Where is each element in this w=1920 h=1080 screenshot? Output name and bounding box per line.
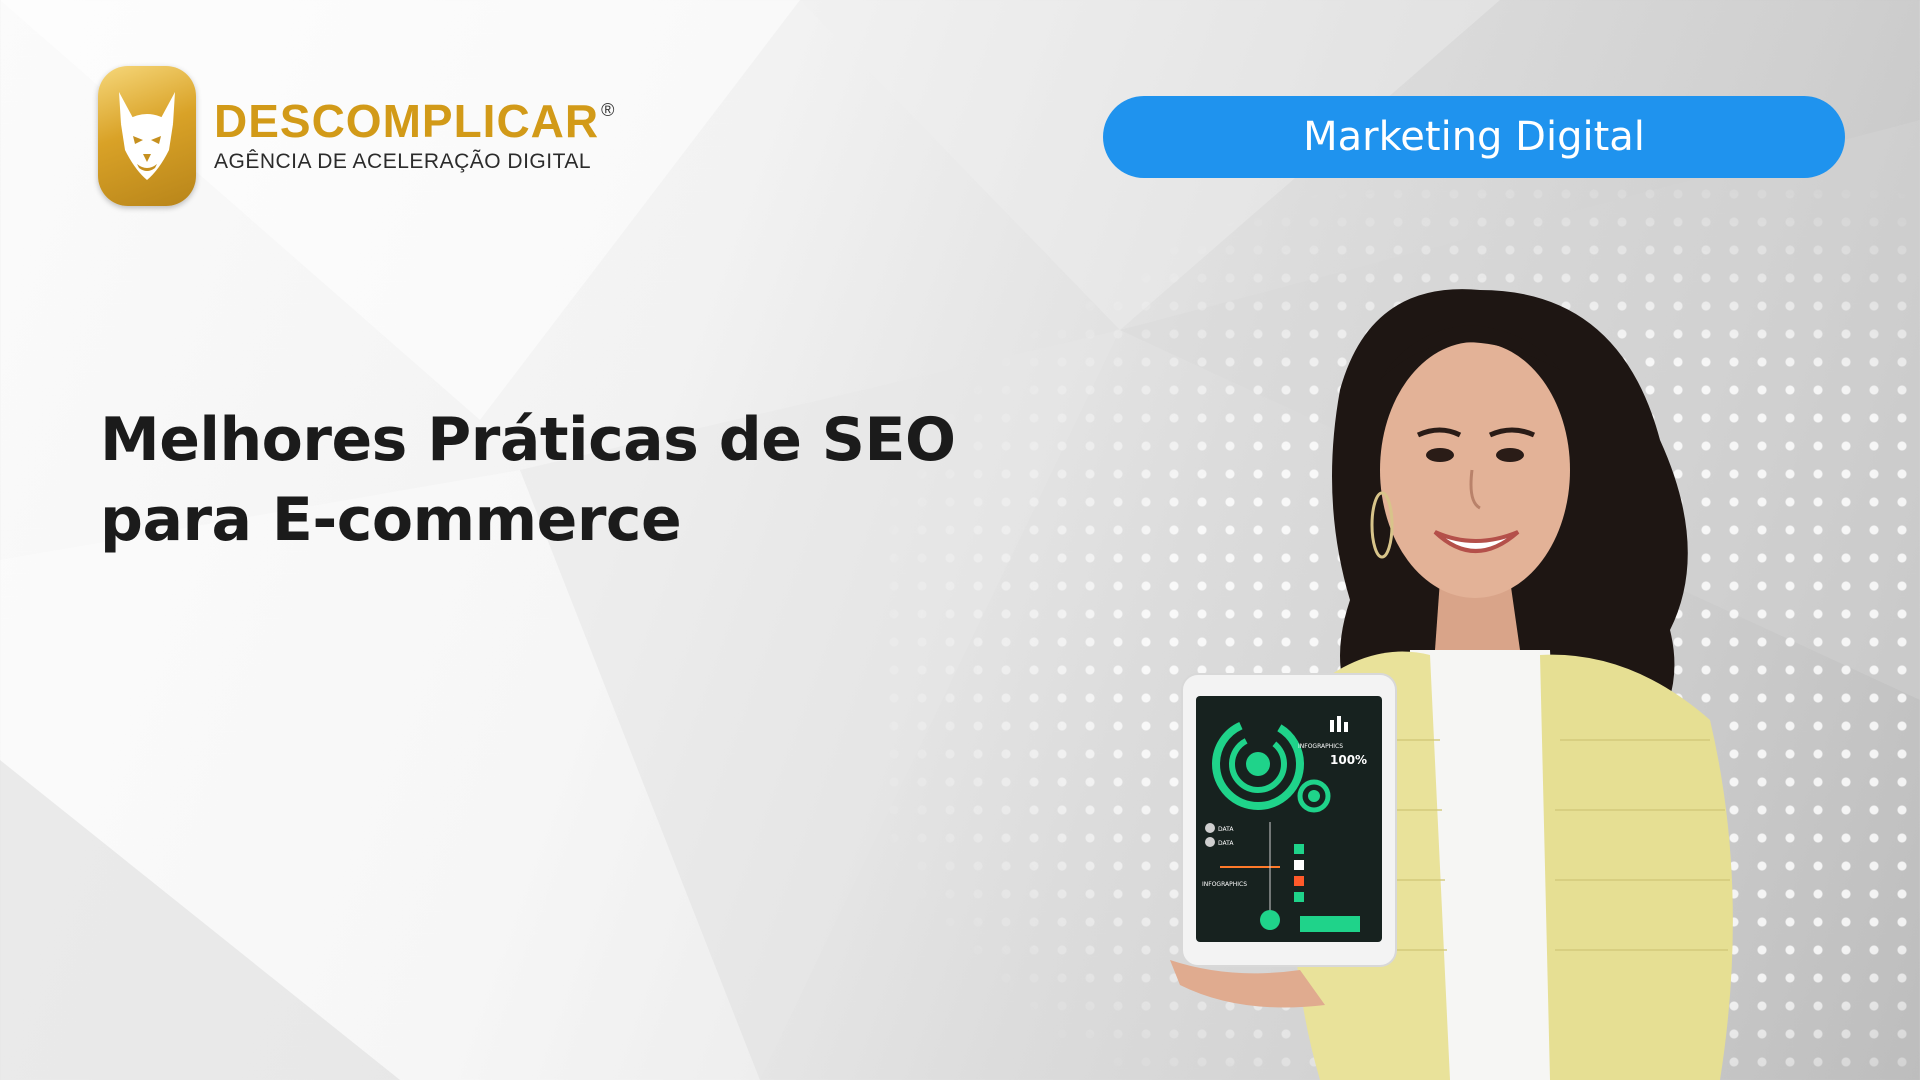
tablet-label-data-1: DATA (1218, 826, 1234, 833)
article-title: Melhores Práticas de SEO para E-commerce (100, 400, 956, 560)
tablet-label-infographics-2: INFOGRAPHICS (1202, 881, 1247, 888)
wolf-head-icon (98, 66, 196, 206)
category-badge[interactable]: Marketing Digital (1103, 96, 1845, 178)
registered-mark: ® (601, 100, 615, 120)
face (1380, 342, 1570, 598)
tablet-label-data-2: DATA (1218, 840, 1234, 847)
tablet-label-infographics: INFOGRAPHICS (1298, 743, 1343, 750)
brand-name: DESCOMPLICAR (214, 95, 600, 147)
brand-logo[interactable]: DESCOMPLICAR ® AGÊNCIA DE ACELERAÇÃO DIG… (98, 66, 614, 206)
tablet-device: INFOGRAPHICS 100% DATA DATA INFOGRAPHICS (1181, 673, 1397, 967)
tablet-percent: 100% (1330, 753, 1367, 767)
title-line-2: para E-commerce (100, 485, 682, 555)
title-line-1: Melhores Práticas de SEO (100, 405, 956, 475)
brand-tagline: AGÊNCIA DE ACELERAÇÃO DIGITAL (214, 150, 592, 173)
logo-text: DESCOMPLICAR ® AGÊNCIA DE ACELERAÇÃO DIG… (214, 98, 614, 174)
